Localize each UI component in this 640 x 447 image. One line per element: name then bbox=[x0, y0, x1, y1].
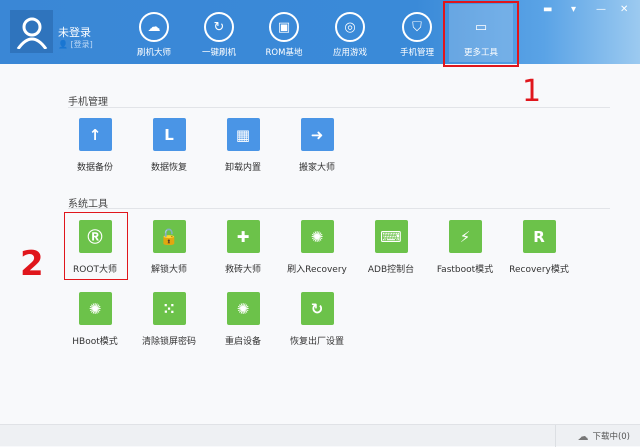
tool-label: 恢复出厂设置 bbox=[289, 337, 344, 347]
nav-label: 一键刷机 bbox=[201, 48, 236, 58]
refresh-icon: ↻ bbox=[204, 12, 234, 42]
login-link[interactable]: 👤 [登录] bbox=[58, 39, 93, 50]
tool-label: 解锁大师 bbox=[150, 265, 187, 275]
tool-清除锁屏密码[interactable]: ⁙ 清除锁屏密码 bbox=[132, 292, 206, 347]
tool-label: HBoot模式 bbox=[72, 337, 118, 347]
tool-icon: ✺ bbox=[300, 220, 334, 253]
tool-label: 数据恢复 bbox=[150, 163, 187, 173]
tool-label: 刷入Recovery bbox=[287, 265, 347, 275]
tool-label: 数据备份 bbox=[76, 163, 113, 173]
nav-shield[interactable]: ⛉ 手机管理 bbox=[385, 4, 449, 62]
nav-cloud[interactable]: ☁ 刷机大师 bbox=[122, 4, 186, 62]
tool-icon: L bbox=[152, 118, 186, 151]
tool-救砖大师[interactable]: ✚ 救砖大师 bbox=[206, 220, 280, 275]
nav-label: 手机管理 bbox=[399, 48, 434, 58]
annotation-2: 2 bbox=[20, 244, 44, 284]
highlight-box-1 bbox=[443, 1, 519, 67]
tool-Fastboot模式[interactable]: ⚡ Fastboot模式 bbox=[428, 220, 502, 275]
cloud-download-icon: ☁ bbox=[577, 429, 589, 443]
divider bbox=[68, 208, 610, 209]
tool-label: 卸载内置 bbox=[224, 163, 261, 173]
tool-icon: ⁙ bbox=[152, 292, 186, 325]
tool-icon: R bbox=[522, 220, 556, 253]
tool-Recovery模式[interactable]: R Recovery模式 bbox=[502, 220, 576, 275]
nav-android[interactable]: ▣ ROM基地 bbox=[252, 4, 316, 62]
tool-label: Recovery模式 bbox=[509, 265, 569, 275]
gamepad-icon: ◎ bbox=[335, 12, 365, 42]
tool-icon: ↑ bbox=[78, 118, 112, 151]
tool-重启设备[interactable]: ✺ 重启设备 bbox=[206, 292, 280, 347]
tool-刷入Recovery[interactable]: ✺ 刷入Recovery bbox=[280, 220, 354, 275]
tool-label: 清除锁屏密码 bbox=[141, 337, 196, 347]
tool-icon: 🔓 bbox=[152, 220, 186, 253]
tool-label: 救砖大师 bbox=[224, 265, 261, 275]
tool-icon: ✺ bbox=[226, 292, 260, 325]
feedback-icon[interactable]: ▬ bbox=[543, 4, 552, 15]
login-text[interactable]: [登录] bbox=[71, 40, 93, 49]
nav-label: 刷机大师 bbox=[136, 48, 171, 58]
section-title-phone: 手机管理 bbox=[68, 97, 108, 108]
tool-icon: ➜ bbox=[300, 118, 334, 151]
tool-icon: ✺ bbox=[78, 292, 112, 325]
nav-label: 应用游戏 bbox=[332, 48, 367, 58]
tool-icon: ▦ bbox=[226, 118, 260, 151]
nav-label: ROM基地 bbox=[265, 48, 303, 58]
download-text: 下载中(0) bbox=[592, 432, 630, 442]
minimize-icon[interactable]: — bbox=[596, 4, 606, 15]
tool-HBoot模式[interactable]: ✺ HBoot模式 bbox=[58, 292, 132, 347]
tool-icon: ✚ bbox=[226, 220, 260, 253]
tool-label: ADB控制台 bbox=[367, 265, 415, 275]
tool-icon: ⌨ bbox=[374, 220, 408, 253]
tool-ADB控制台[interactable]: ⌨ ADB控制台 bbox=[354, 220, 428, 275]
tool-label: 搬家大师 bbox=[298, 163, 335, 173]
status-bar: ☁ 下载中(0) bbox=[0, 424, 640, 447]
tool-icon: ⚡ bbox=[448, 220, 482, 253]
menu-icon[interactable]: ▾ bbox=[571, 4, 576, 15]
shield-icon: ⛉ bbox=[402, 12, 432, 42]
download-status[interactable]: ☁ 下载中(0) bbox=[555, 425, 640, 447]
cloud-icon: ☁ bbox=[139, 12, 169, 42]
user-icon bbox=[16, 17, 47, 49]
tool-数据备份[interactable]: ↑ 数据备份 bbox=[58, 118, 132, 173]
tool-icon: ↻ bbox=[300, 292, 334, 325]
avatar[interactable] bbox=[10, 10, 53, 53]
highlight-box-2 bbox=[64, 212, 128, 280]
tool-搬家大师[interactable]: ➜ 搬家大师 bbox=[280, 118, 354, 173]
tool-label: Fastboot模式 bbox=[436, 265, 494, 275]
annotation-1: 1 bbox=[522, 74, 542, 109]
close-icon[interactable]: ✕ bbox=[620, 4, 628, 15]
tool-解锁大师[interactable]: 🔓 解锁大师 bbox=[132, 220, 206, 275]
tool-label: 重启设备 bbox=[224, 337, 261, 347]
tool-数据恢复[interactable]: L 数据恢复 bbox=[132, 118, 206, 173]
android-icon: ▣ bbox=[269, 12, 299, 42]
username: 未登录 bbox=[58, 26, 91, 39]
top-bar: 未登录 👤 [登录] ☁ 刷机大师 ↻ 一键刷机 ▣ ROM基地 ◎ 应用游戏 ⛉ 手机管理 ▭ 更多… bbox=[0, 0, 640, 67]
tool-恢复出厂设置[interactable]: ↻ 恢复出厂设置 bbox=[280, 292, 354, 347]
tool-卸载内置[interactable]: ▦ 卸载内置 bbox=[206, 118, 280, 173]
nav-refresh[interactable]: ↻ 一键刷机 bbox=[187, 4, 251, 62]
nav-gamepad[interactable]: ◎ 应用游戏 bbox=[318, 4, 382, 62]
